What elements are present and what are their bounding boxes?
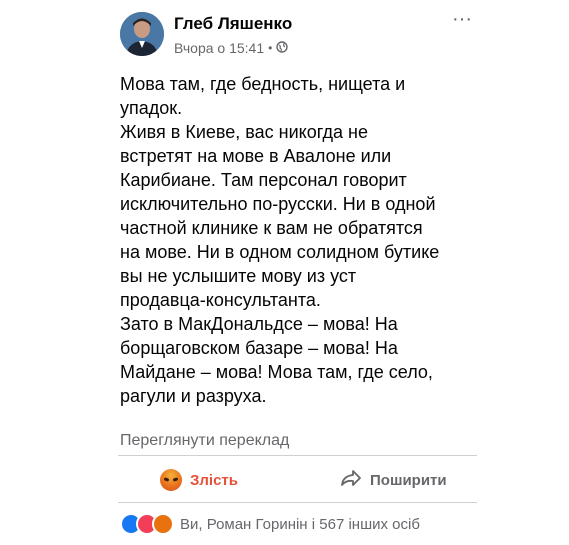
share-button[interactable]: Поширити	[340, 464, 447, 496]
see-translation-link[interactable]: Переглянути переклад	[120, 432, 289, 450]
post-text-line: встретят на мове в Авалоне или	[120, 146, 392, 166]
more-horizontal-icon[interactable]: ···	[450, 9, 474, 30]
author-avatar[interactable]	[120, 12, 164, 56]
facebook-post: Глеб Ляшенко Вчора о 15:41 • ··· Мова та…	[0, 0, 569, 545]
post-text-line: частной клинике к вам не обратятся	[120, 218, 423, 238]
post-text: Мова там, где бедность, нищета и упадок.…	[120, 72, 460, 408]
share-label: Поширити	[370, 471, 447, 489]
post-text-line: борщаговском базаре – мова! На	[120, 338, 398, 358]
post-timestamp[interactable]: Вчора о 15:41	[174, 40, 264, 56]
react-button[interactable]: Злість	[160, 464, 238, 496]
post-text-line: рагули и разруха.	[120, 386, 267, 406]
post-meta: Вчора о 15:41 •	[174, 40, 289, 56]
separator-dot: •	[268, 41, 273, 55]
angry-reaction-icon	[160, 469, 182, 491]
post-text-line: Майдане – мова! Мова там, где село,	[120, 362, 433, 382]
post-text-line: исключительно по-русски. Ни в одной	[120, 194, 436, 214]
divider	[118, 455, 477, 456]
post-text-line: Карибиане. Там персонал говорит	[120, 170, 407, 190]
react-label: Злість	[190, 471, 239, 489]
post-text-line: Живя в Киеве, вас никогда не	[120, 122, 368, 142]
reactions-text: Ви, Роман Горинін і 567 інших осіб	[180, 515, 420, 533]
post-text-line: вы не услышите мову из уст	[120, 266, 357, 286]
post-text-line: продавца-консультанта.	[120, 290, 321, 310]
author-name[interactable]: Глеб Ляшенко	[174, 14, 292, 34]
divider	[118, 502, 477, 503]
post-text-line: Мова там, где бедность, нищета и	[120, 74, 406, 94]
angry-reaction-icon	[152, 513, 174, 535]
globe-icon[interactable]	[276, 40, 289, 56]
share-arrow-icon	[340, 468, 362, 492]
post-text-line: на мове. Ни в одном солидном бутике	[120, 242, 440, 262]
post-text-line: Зато в МакДональдсе – мова! На	[120, 314, 398, 334]
reaction-icons	[120, 513, 174, 535]
post-text-line: упадок.	[120, 98, 183, 118]
reactions-summary[interactable]: Ви, Роман Горинін і 567 інших осіб	[120, 513, 420, 535]
